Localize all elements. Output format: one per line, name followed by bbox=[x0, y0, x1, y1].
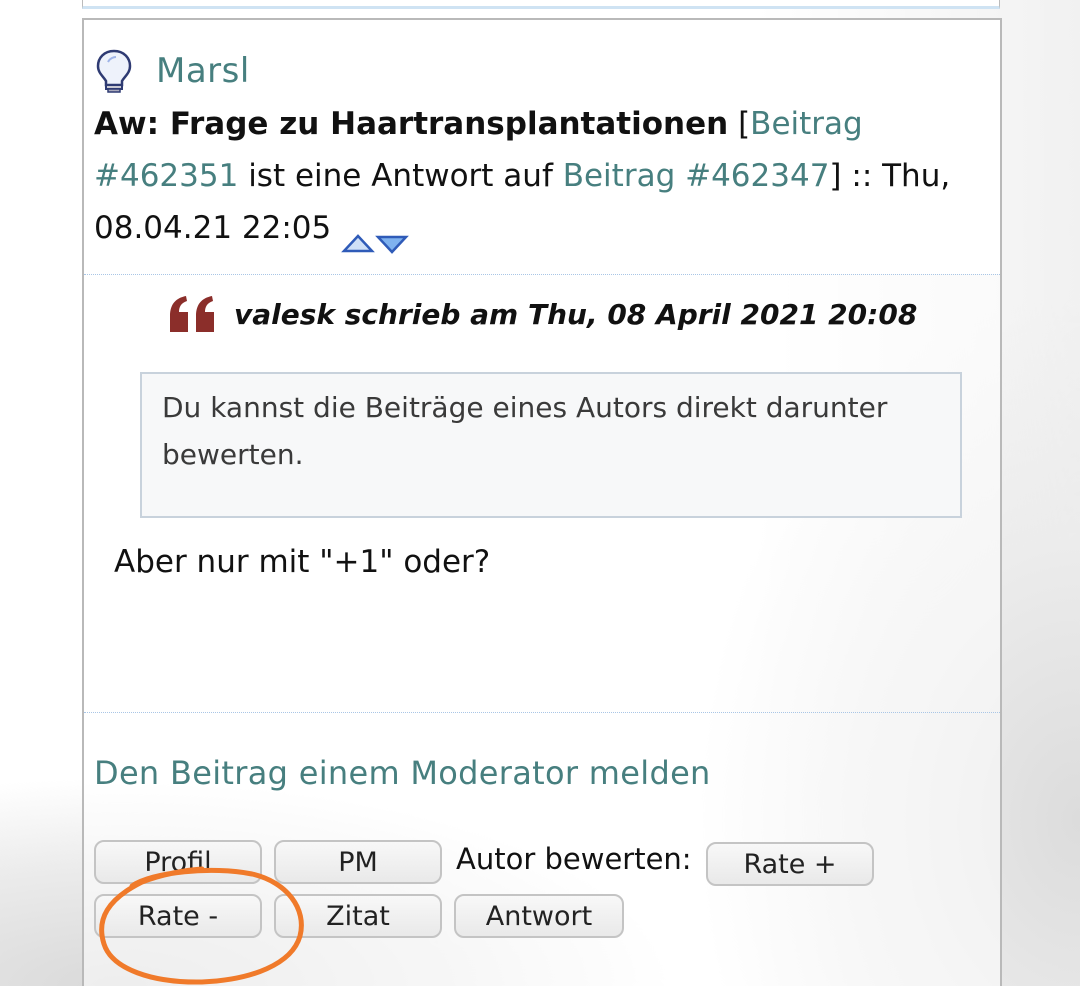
post-meta: Aw: Frage zu Haartransplantationen [ Beit… bbox=[94, 98, 984, 254]
profil-button[interactable]: Profil bbox=[94, 840, 262, 884]
rate-minus-button[interactable]: Rate - bbox=[94, 894, 262, 938]
post-header: Marsl Aw: Frage zu Haartransplantationen… bbox=[84, 20, 1000, 274]
quote-text: Du kannst die Beiträge eines Autors dire… bbox=[162, 391, 888, 471]
bracket-open: [ bbox=[738, 106, 751, 142]
quote-box: Du kannst die Beiträge eines Autors dire… bbox=[140, 372, 962, 518]
post-title: Aw: Frage zu Haartransplantationen bbox=[94, 106, 729, 142]
arrow-up-icon[interactable] bbox=[341, 219, 375, 252]
parent-post-link[interactable]: Beitrag #462347 bbox=[563, 158, 830, 194]
quote-header: valesk schrieb am Thu, 08 April 2021 20:… bbox=[166, 294, 917, 334]
rate-plus-button[interactable]: Rate + bbox=[706, 842, 874, 886]
quote-author: valesk schrieb am Thu, 08 April 2021 20:… bbox=[234, 297, 918, 331]
antwort-button[interactable]: Antwort bbox=[454, 894, 624, 938]
quote-mark-icon bbox=[166, 294, 220, 334]
previous-post-edge bbox=[82, 0, 1000, 9]
reply-to-text: ist eine Antwort auf bbox=[248, 158, 553, 194]
divider bbox=[84, 274, 1000, 275]
lightbulb-icon bbox=[94, 48, 134, 94]
divider bbox=[84, 712, 1000, 713]
report-moderator-link[interactable]: Den Beitrag einem Moderator melden bbox=[94, 754, 711, 792]
author-link[interactable]: Marsl bbox=[156, 51, 250, 91]
forum-post: Marsl Aw: Frage zu Haartransplantationen… bbox=[82, 18, 1002, 986]
reply-text: Aber nur mit "+1" oder? bbox=[114, 544, 491, 580]
zitat-button[interactable]: Zitat bbox=[274, 894, 442, 938]
author-row: Marsl bbox=[94, 46, 250, 96]
rate-author-label: Autor bewerten: bbox=[456, 842, 692, 876]
pm-button[interactable]: PM bbox=[274, 840, 442, 884]
arrow-down-icon[interactable] bbox=[375, 219, 409, 254]
